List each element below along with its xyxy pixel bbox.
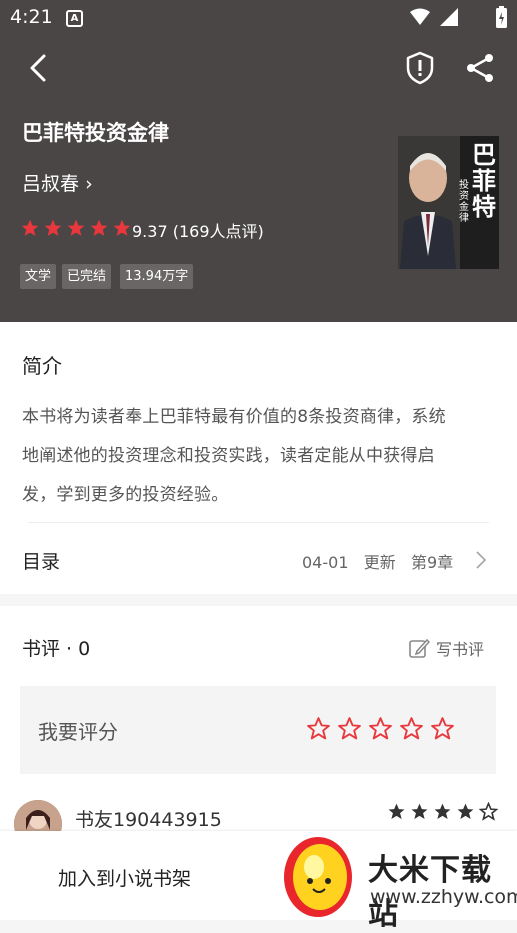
author-link[interactable]: 吕叔春 › [22, 169, 93, 196]
rate-label: 我要评分 [38, 720, 118, 744]
star-outline-icon[interactable] [306, 716, 331, 741]
tag-word-count: 13.94万字 [120, 264, 194, 289]
watermark-url: www.zzhyw.com [370, 886, 517, 908]
cover-title: 巴菲特 [472, 140, 496, 221]
reviewer-name: 书友190443915 [75, 809, 222, 831]
report-shield-icon[interactable] [405, 51, 435, 85]
intro-heading: 简介 [22, 354, 62, 378]
status-time: 4:21 [10, 6, 53, 28]
star-outline-icon [479, 802, 498, 821]
reviewer-stars [387, 802, 498, 821]
star-outline-icon[interactable] [368, 716, 393, 741]
share-icon[interactable] [464, 52, 496, 84]
toc-date: 04-01 [302, 553, 349, 572]
battery-icon [496, 6, 507, 28]
toc-update: 更新 [363, 553, 396, 572]
star-outline-icon[interactable] [399, 716, 424, 741]
chevron-right-icon [476, 551, 487, 569]
book-cover: 巴菲特 投资金律 [398, 136, 499, 269]
star-filled-icon [90, 219, 108, 236]
toc-update-info[interactable]: 04-01 更新 第9章 [302, 549, 453, 573]
star-outline-icon[interactable] [430, 716, 455, 741]
rate-stars[interactable] [306, 716, 455, 741]
divider [28, 522, 489, 523]
star-filled-icon [67, 219, 85, 236]
author-name: 吕叔春 [22, 173, 80, 195]
star-filled-icon [21, 219, 39, 236]
intro-line: 发，学到更多的投资经验。 [22, 485, 229, 505]
wifi-icon [410, 8, 430, 25]
signal-icon [440, 8, 458, 26]
intro-line: 地阐述他的投资理念和投资实践，读者定能从中获得启 [22, 446, 435, 466]
tag-status: 已完结 [62, 264, 112, 289]
star-filled-icon [113, 219, 131, 236]
review-heading: 书评 · 0 [22, 638, 91, 660]
write-review-label: 写书评 [436, 640, 485, 659]
star-outline-icon[interactable] [337, 716, 362, 741]
star-filled-icon [44, 219, 62, 236]
chevron-right-icon: › [85, 173, 93, 195]
score-text: 9.37 (169人点评) [132, 222, 264, 241]
notification-a-icon: A [66, 10, 83, 27]
star-filled-icon [457, 803, 474, 820]
intro-line: 本书将为读者奉上巴菲特最有价值的8条投资商律，系统 [22, 407, 446, 427]
rating-stars [20, 218, 132, 240]
add-to-shelf-button[interactable]: 加入到小说书架 [58, 864, 191, 891]
write-review-button[interactable]: 写书评 [408, 636, 484, 660]
star-filled-icon [388, 803, 405, 820]
tag-genre: 文学 [20, 264, 57, 289]
cover-subtitle: 投资金律 [459, 180, 469, 224]
toc-label[interactable]: 目录 [22, 547, 60, 574]
toc-chapter: 第9章 [411, 553, 454, 572]
edit-icon [409, 638, 430, 658]
status-bar: 4:21 A [0, 0, 517, 36]
intro-text: 本书将为读者奉上巴菲特最有价值的8条投资商律，系统 地阐述他的投资理念和投资实践… [22, 398, 497, 515]
star-filled-icon [411, 803, 428, 820]
star-filled-icon [434, 803, 451, 820]
back-button[interactable] [26, 53, 50, 83]
book-title: 巴菲特投资金律 [22, 121, 169, 145]
